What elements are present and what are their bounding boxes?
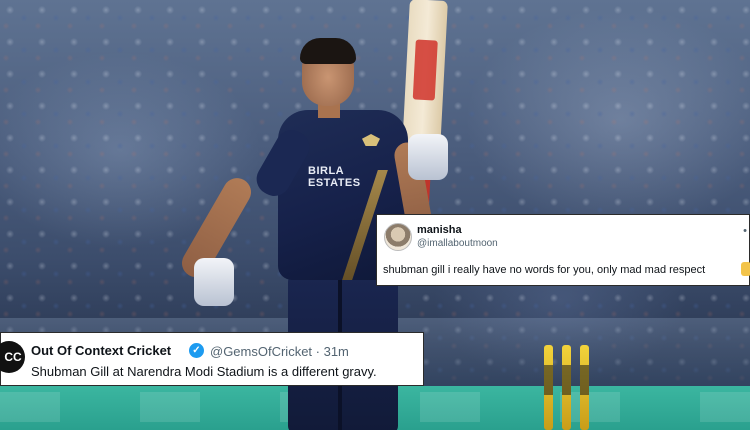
cricket-bat — [402, 0, 448, 151]
avatar-logo-text: CC — [4, 350, 22, 364]
emoji-icon — [741, 262, 750, 276]
more-icon: • — [743, 225, 747, 237]
stump — [562, 345, 571, 430]
tweet-card-manisha: manisha @imallaboutmoon • shubman gill i… — [376, 214, 750, 286]
stump — [544, 345, 553, 430]
avatar: CC — [0, 341, 25, 373]
stump — [580, 345, 589, 430]
tweet-display-name: manisha — [417, 224, 462, 236]
tweet-text: shubman gill i really have no words for … — [383, 264, 706, 276]
tweet-display-name: Out Of Context Cricket — [31, 343, 172, 358]
player-hair — [300, 38, 356, 64]
jersey-sponsor-text: BIRLA ESTATES — [308, 165, 361, 189]
cricket-stumps — [542, 345, 592, 430]
tweet-handle-time: @GemsOfCricket · 31m — [210, 344, 349, 359]
tweet-card-out-of-context-cricket: CC Out Of Context Cricket ✓ @GemsOfCrick… — [0, 332, 424, 386]
batting-glove-right — [408, 134, 448, 180]
batting-glove-left — [194, 258, 234, 306]
verified-badge-icon: ✓ — [189, 343, 204, 358]
tweet-handle: @imallaboutmoon — [417, 238, 498, 249]
avatar — [384, 223, 412, 251]
tweet-text: Shubman Gill at Narendra Modi Stadium is… — [31, 364, 377, 379]
